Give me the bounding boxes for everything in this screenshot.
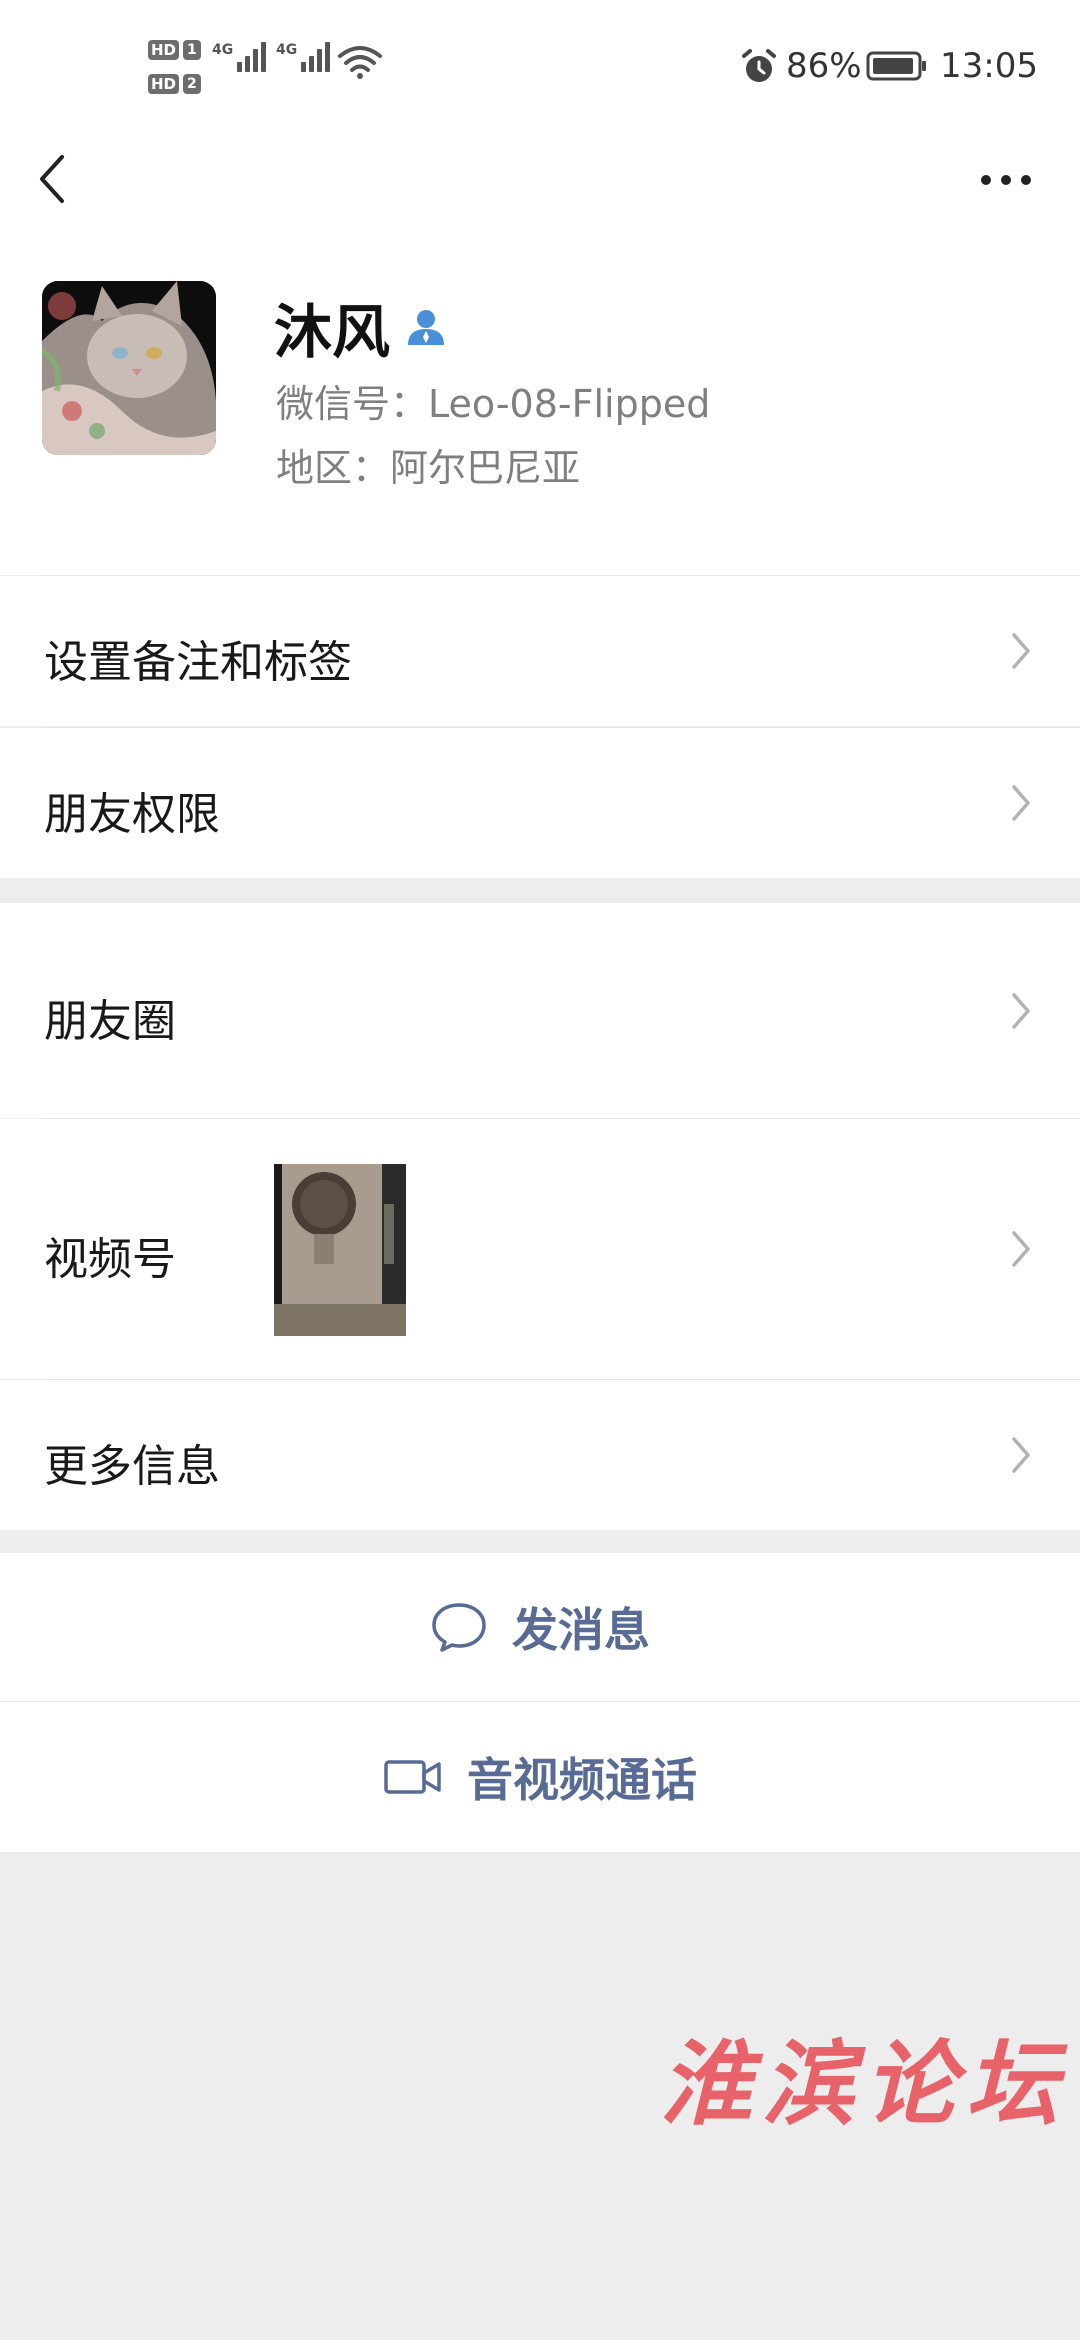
sim1-badge: HD 1	[148, 38, 201, 62]
wechat-id: 微信号：Leo-08-Flipped	[276, 382, 711, 426]
battery-percent: 86%	[786, 46, 862, 86]
channels-label: 视频号	[44, 1234, 176, 1285]
sim-badges: HD 1 HD 2	[148, 38, 201, 106]
avatar[interactable]	[42, 281, 216, 455]
status-bar: HD 1 HD 2 4G 4G 86% 13:05	[0, 0, 1080, 135]
remark-tags-row[interactable]: 设置备注和标签	[0, 576, 1080, 726]
video-call-button[interactable]: 音视频通话	[0, 1702, 1080, 1852]
chat-bubble-icon	[432, 1603, 486, 1652]
watermark: 淮滨论坛	[660, 2030, 1069, 2138]
chevron-right-icon	[1012, 633, 1030, 669]
more-info-row[interactable]: 更多信息	[0, 1380, 1080, 1530]
video-camera-icon	[384, 1760, 441, 1794]
chevron-right-icon	[1012, 1437, 1030, 1473]
friend-permissions-label: 朋友权限	[44, 789, 220, 840]
nickname: 沐风	[274, 298, 391, 366]
battery-icon	[866, 51, 926, 81]
region: 地区：阿尔巴尼亚	[276, 446, 581, 490]
profile-header: 沐风 微信号：Leo-08-Flipped 地区：阿尔巴尼亚	[0, 255, 1080, 576]
chevron-right-icon	[1012, 1231, 1030, 1267]
sim2-badge: HD 2	[148, 72, 201, 96]
send-message-label: 发消息	[512, 1603, 650, 1657]
moments-label: 朋友圈	[44, 996, 176, 1047]
send-message-button[interactable]: 发消息	[0, 1553, 1080, 1701]
moments-row[interactable]: 朋友圈	[0, 903, 1080, 1118]
signal-1-icon: 4G	[212, 42, 269, 72]
alarm-icon	[742, 49, 776, 82]
cat-avatar-image	[42, 281, 216, 455]
nickname-row: 沐风	[274, 285, 448, 369]
chevron-right-icon	[1012, 993, 1030, 1029]
signal-2-icon: 4G	[276, 42, 333, 72]
more-dots-icon[interactable]	[976, 165, 1036, 195]
video-call-label: 音视频通话	[467, 1753, 697, 1807]
status-time: 13:05	[940, 46, 1038, 86]
chevron-right-icon	[1012, 785, 1030, 821]
wifi-icon	[338, 46, 382, 79]
chevron-left-icon[interactable]	[32, 149, 72, 209]
nav-bar	[0, 135, 1080, 255]
channels-row[interactable]: 视频号	[0, 1119, 1080, 1379]
more-info-label: 更多信息	[44, 1441, 220, 1492]
channel-thumbnail[interactable]	[274, 1164, 406, 1336]
remark-tags-label: 设置备注和标签	[44, 637, 352, 688]
person-icon	[408, 310, 445, 345]
friend-permissions-row[interactable]: 朋友权限	[0, 728, 1080, 878]
